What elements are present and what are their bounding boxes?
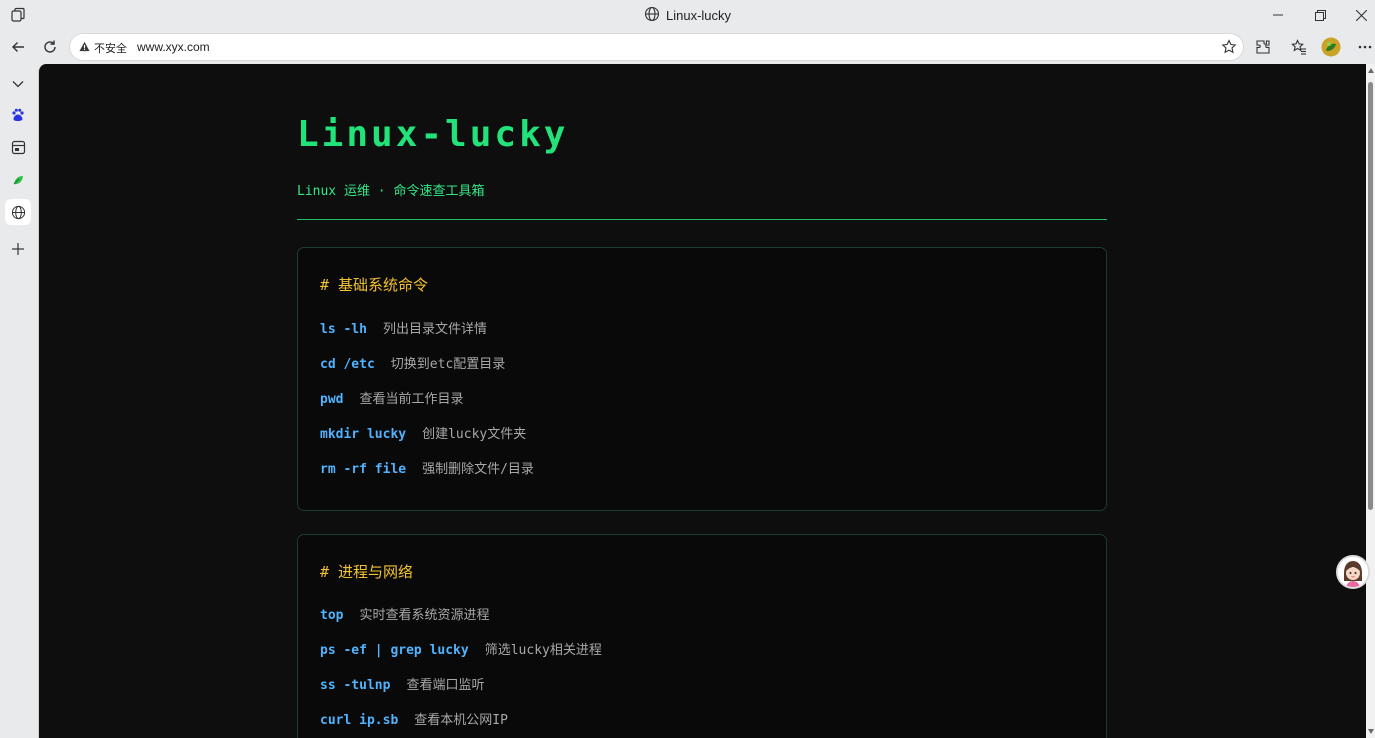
command-text: ss -tulnp [320,678,391,693]
command-description: 查看当前工作目录 [359,392,464,407]
warning-icon [79,41,90,55]
more-menu-icon[interactable] [1353,35,1375,59]
close-button[interactable] [1338,0,1375,30]
address-bar[interactable]: 不安全 www.xyx.com [69,33,1244,61]
favorites-icon[interactable] [1287,35,1311,59]
command-description: 筛选lucky相关进程 [484,643,602,658]
page-title: Linux-lucky [297,114,569,155]
command-text: rm -rf file [320,462,407,477]
command-description: 切换到etc配置目录 [390,357,506,372]
restore-button[interactable] [1297,0,1343,30]
collections-icon[interactable] [5,134,31,160]
browser-sidebar [0,64,38,738]
security-indicator[interactable]: 不安全 [79,40,127,56]
section-card-basic: # 基础系统命令 ls -lh 列出目录文件详情 cd /etc 切换到etc配置目… [297,247,1107,511]
command-description: 列出目录文件详情 [382,322,487,337]
command-row: cd /etc 切换到etc配置目录 [320,353,505,372]
section-heading: # 基础系统命令 [320,276,429,294]
title-divider [297,219,1107,220]
profile-avatar[interactable] [1319,35,1343,59]
command-text: cd /etc [320,357,375,372]
minimize-button[interactable] [1255,0,1301,30]
navigation-bar: 不安全 www.xyx.com [0,30,1375,64]
command-text: top [320,608,344,623]
assistant-avatar[interactable] [1336,555,1370,589]
command-description: 查看端口监听 [406,678,485,693]
command-text: ls -lh [320,322,367,337]
globe-icon [644,6,660,25]
refresh-button[interactable] [38,35,62,59]
command-row: ls -lh 列出目录文件详情 [320,318,487,337]
security-label: 不安全 [94,43,127,55]
page-subtitle: Linux 运维 · 命令速查工具箱 [297,184,485,199]
section-heading: # 进程与网络 [320,563,414,581]
command-row: pwd 查看当前工作目录 [320,388,464,407]
leaf-extension-icon[interactable] [5,167,31,193]
command-row: top 实时查看系统资源进程 [320,604,490,623]
command-description: 强制删除文件/目录 [422,462,534,477]
command-row: rm -rf file 强制删除文件/目录 [320,458,534,477]
url-text[interactable]: www.xyx.com [137,40,210,54]
command-text: ps -ef | grep lucky [320,643,469,658]
add-icon[interactable] [5,236,31,262]
title-bar: Linux-lucky [0,0,1375,30]
globe-sidebar-icon[interactable] [5,199,31,225]
section-card-network: # 进程与网络 top 实时查看系统资源进程 ps -ef | grep luck… [297,534,1107,738]
command-row: ps -ef | grep lucky 筛选lucky相关进程 [320,639,602,658]
command-text: pwd [320,392,344,407]
command-row: mkdir lucky 创建lucky文件夹 [320,423,526,442]
scrollbar-thumb[interactable] [1368,82,1373,510]
command-row: curl ip.sb 查看本机公网IP [320,709,508,728]
page-viewport: Linux-lucky Linux 运维 · 命令速查工具箱 # 基础系统命令 … [38,64,1366,738]
page-scrollbar[interactable] [1366,64,1375,738]
command-description: 查看本机公网IP [414,713,508,728]
favorite-star-icon[interactable] [1221,39,1237,59]
baidu-paw-icon[interactable] [5,102,31,128]
command-text: mkdir lucky [320,427,407,442]
command-row: ss -tulnp 查看端口监听 [320,674,484,693]
scroll-down-arrow-icon[interactable] [1368,729,1374,734]
command-description: 创建lucky文件夹 [422,427,527,442]
back-button[interactable] [6,35,30,59]
command-description: 实时查看系统资源进程 [359,608,490,623]
scroll-up-arrow-icon[interactable] [1368,68,1374,73]
extensions-icon[interactable] [1251,35,1275,59]
window-title: Linux-lucky [665,8,732,23]
chevron-down-icon[interactable] [5,71,31,97]
command-text: curl ip.sb [320,713,399,728]
